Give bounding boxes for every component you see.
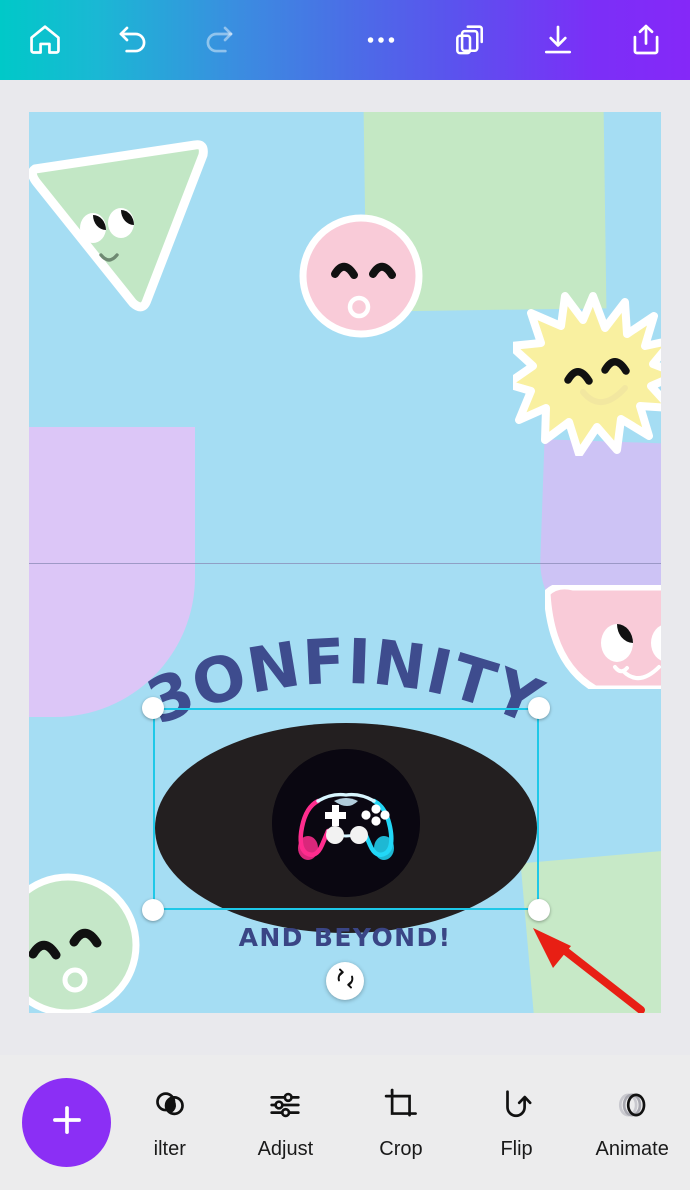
design-canvas[interactable]: 3ONFINITY AND BEYOND! — [29, 112, 661, 1013]
app-root: 3ONFINITY AND BEYOND! ilter Adjust Crop … — [0, 0, 690, 1190]
pink-circle-face-shape[interactable] — [295, 210, 427, 342]
tool-row: ilter Adjust Crop Flip Animate — [112, 1055, 690, 1190]
tool-animate[interactable]: Animate — [574, 1085, 690, 1161]
share-button[interactable] — [602, 0, 690, 80]
tool-flip[interactable]: Flip — [459, 1085, 575, 1161]
resize-handle-top-right[interactable] — [528, 697, 550, 719]
redo-icon — [200, 21, 238, 59]
flip-icon — [498, 1085, 536, 1125]
tool-filter-label: ilter — [153, 1137, 186, 1160]
download-button[interactable] — [514, 0, 602, 80]
top-toolbar — [0, 0, 690, 80]
canvas-area[interactable]: 3ONFINITY AND BEYOND! — [0, 80, 690, 1055]
tool-adjust[interactable]: Adjust — [228, 1085, 344, 1161]
resize-handle-bottom-right[interactable] — [528, 899, 550, 921]
share-icon — [627, 21, 665, 59]
tool-animate-label: Animate — [595, 1137, 669, 1160]
more-horizontal-icon — [362, 21, 400, 59]
lavender-blob-left-shape[interactable] — [29, 427, 195, 717]
undo-button[interactable] — [90, 0, 176, 80]
pink-half-face-shape[interactable] — [545, 585, 661, 689]
download-icon — [539, 21, 577, 59]
more-options-button[interactable] — [336, 0, 426, 80]
sliders-icon — [266, 1085, 304, 1125]
layers-button[interactable] — [426, 0, 514, 80]
green-triangle-face-shape[interactable] — [29, 125, 229, 325]
redo-button[interactable] — [176, 0, 262, 80]
selection-frame[interactable] — [142, 697, 550, 921]
tool-flip-label: Flip — [500, 1137, 533, 1160]
resize-handle-bottom-left[interactable] — [142, 899, 164, 921]
layers-icon — [451, 21, 489, 59]
resize-handle-top-left[interactable] — [142, 697, 164, 719]
rotate-icon — [334, 967, 357, 995]
alignment-guide-line — [29, 563, 661, 564]
tool-filter[interactable]: ilter — [112, 1085, 228, 1161]
sun-face-shape[interactable] — [513, 288, 661, 456]
home-button[interactable] — [0, 0, 90, 80]
tool-crop-label: Crop — [379, 1137, 423, 1160]
tool-crop[interactable]: Crop — [343, 1085, 459, 1161]
plus-icon — [45, 1098, 89, 1147]
animate-icon — [613, 1085, 651, 1125]
subline-text[interactable]: AND BEYOND! — [29, 923, 661, 952]
tool-adjust-label: Adjust — [257, 1137, 314, 1160]
filter-circles-icon — [151, 1085, 189, 1125]
crop-icon — [382, 1085, 420, 1125]
undo-icon — [114, 21, 152, 59]
bottom-toolbar: ilter Adjust Crop Flip Animate — [0, 1055, 690, 1190]
add-element-button[interactable] — [22, 1078, 111, 1167]
home-icon — [26, 21, 64, 59]
rotate-handle[interactable] — [326, 962, 364, 1000]
